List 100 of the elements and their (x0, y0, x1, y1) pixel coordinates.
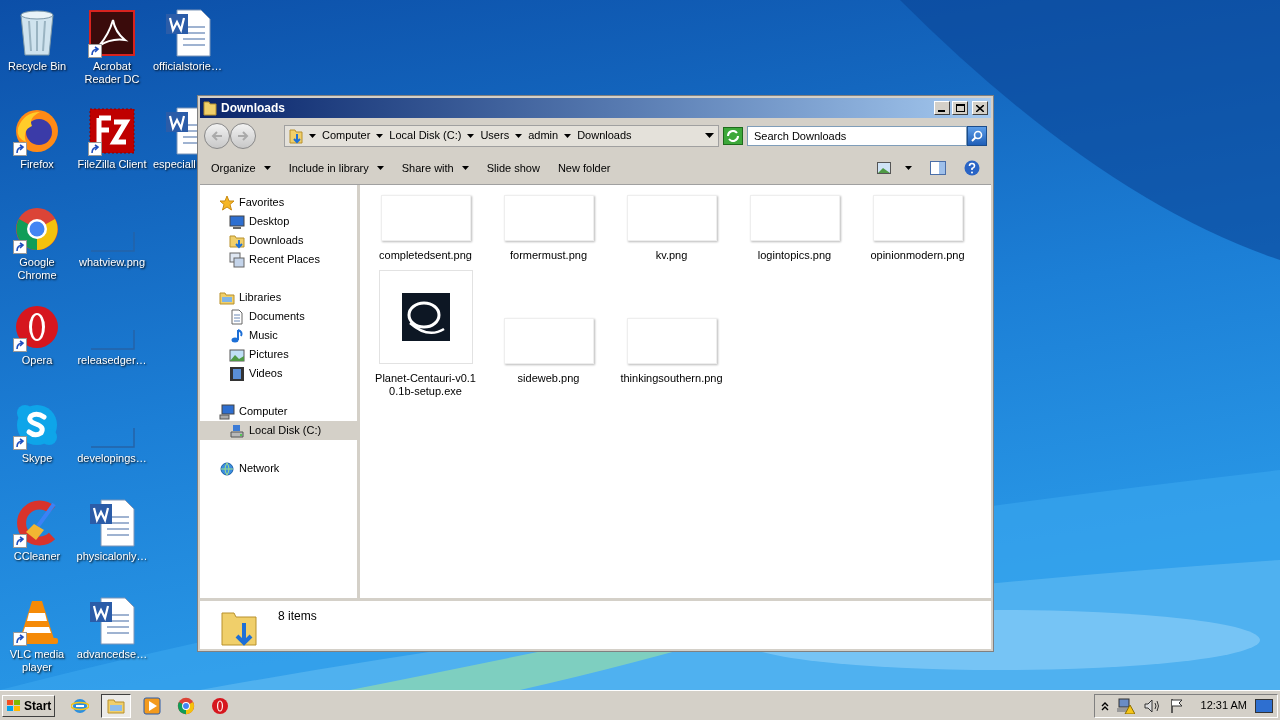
folder-download-icon (229, 232, 245, 249)
chrome-icon (177, 696, 196, 715)
folder-icon (203, 100, 217, 116)
word-document-icon (89, 597, 135, 645)
word-document-icon (165, 9, 211, 57)
desktop-icon-label[interactable]: Opera (21, 354, 53, 367)
caret-icon (705, 133, 715, 138)
item-count: 8 items (278, 608, 317, 625)
desktop-icon-label[interactable]: officialstorie… (153, 60, 222, 73)
desktop-icon-label[interactable]: Recycle Bin (7, 60, 67, 73)
pdf-app-icon (89, 10, 135, 56)
desktop-icon-label[interactable]: Skype (21, 452, 53, 465)
view-options-button[interactable] (877, 162, 912, 174)
firefox-icon (14, 108, 60, 154)
breadcrumb-item[interactable]: Downloads (577, 127, 632, 144)
nav-item[interactable]: Documents (200, 307, 357, 326)
desktop-icon-label[interactable]: developings… (77, 452, 147, 465)
back-button[interactable] (204, 122, 230, 149)
maximize-button[interactable] (952, 101, 968, 115)
chevron-up-icon[interactable] (1100, 700, 1109, 711)
preview-pane-icon[interactable] (930, 161, 946, 175)
desktop-icon-label[interactable]: Acrobat Reader DC (76, 60, 148, 86)
toolbar-button[interactable]: Include in library (288, 159, 384, 177)
desktop-icon-label[interactable]: physicalonly… (76, 550, 148, 563)
desktop-icon-label[interactable]: whatview.png (78, 256, 145, 269)
browser-e-icon (71, 696, 90, 715)
clock[interactable]: 12:31 AM (1200, 697, 1247, 714)
nav-item[interactable]: Desktop (200, 212, 357, 231)
caret-icon (376, 166, 384, 170)
file-item[interactable]: Planet-Centauri-v0.10.1b-setup.exe (364, 268, 487, 404)
breadcrumb-item[interactable]: Computer (322, 127, 371, 144)
recent-places-icon (229, 251, 245, 268)
nav-item[interactable]: Network (200, 459, 357, 478)
nav-item[interactable]: Favorites (200, 193, 357, 212)
file-item[interactable]: logintopics.png (733, 193, 856, 268)
windows-logo-icon (6, 698, 22, 713)
show-desktop-icon[interactable] (1255, 698, 1273, 713)
close-button[interactable] (972, 101, 988, 115)
file-item[interactable]: kv.png (610, 193, 733, 268)
network-warning-icon[interactable] (1116, 697, 1135, 714)
search-icon (971, 129, 983, 142)
toolbar-button[interactable]: Slide show (486, 159, 540, 177)
opera-icon (14, 304, 60, 350)
filezilla-icon (89, 108, 135, 154)
desktop-icon-label[interactable]: Google Chrome (1, 256, 73, 282)
nav-item[interactable]: Computer (200, 402, 357, 421)
refresh-button[interactable] (723, 126, 743, 145)
close-icon (976, 104, 984, 112)
folder-download-icon (289, 127, 303, 144)
speaker-icon[interactable] (1142, 697, 1161, 714)
toolbar-button[interactable]: Organize (211, 159, 271, 177)
start-button[interactable]: Start (2, 694, 56, 717)
file-item[interactable]: opinionmodern.png (856, 193, 979, 268)
taskbar-button[interactable] (101, 693, 132, 718)
minimize-button[interactable] (934, 101, 950, 115)
breadcrumb-item[interactable]: Users (480, 127, 510, 144)
search-button[interactable] (967, 125, 987, 146)
skype-icon (14, 402, 60, 448)
toolbar-button[interactable]: Share with (401, 159, 469, 177)
desktop-icon-label[interactable]: especiall (153, 158, 196, 171)
file-item[interactable]: completedsent.png (364, 193, 487, 268)
refresh-icon (726, 129, 741, 142)
nav-item[interactable]: Videos (200, 364, 357, 383)
music-note-icon (229, 327, 245, 344)
desktop-icon-label[interactable]: releasedger… (77, 354, 147, 367)
image-file-icon (91, 232, 135, 252)
caret-icon (515, 133, 523, 138)
address-bar[interactable]: Computer Local Disk (C:) Users admin Downloads (284, 124, 720, 147)
flag-icon[interactable] (1168, 697, 1185, 714)
library-folder-icon (219, 289, 235, 306)
window-title: Downloads (221, 100, 286, 117)
nav-item[interactable]: Pictures (200, 345, 357, 364)
desktop-icon-label[interactable]: Firefox (20, 158, 54, 171)
file-item[interactable]: sideweb.png (487, 268, 610, 404)
file-item[interactable]: formermust.png (487, 193, 610, 268)
toolbar-button[interactable]: New folder (557, 159, 611, 177)
forward-arrow-icon (237, 130, 249, 141)
desktop-icon-label[interactable]: CCleaner (13, 550, 61, 563)
help-icon[interactable] (964, 160, 980, 176)
nav-item[interactable]: Libraries (200, 288, 357, 307)
image-file-icon (91, 330, 135, 350)
caret-icon (467, 133, 475, 138)
nav-item[interactable]: Local Disk (C:) (200, 421, 357, 440)
star-icon (219, 194, 235, 211)
caret-icon (905, 166, 912, 170)
computer-icon (219, 403, 235, 420)
nav-item[interactable]: Music (200, 326, 357, 345)
forward-button[interactable] (230, 122, 256, 149)
chrome-icon (14, 206, 60, 252)
desktop-icon-label[interactable]: FileZilla Client (77, 158, 147, 171)
recycle-bin-icon (17, 9, 57, 57)
breadcrumb-item[interactable]: Local Disk (C:) (389, 127, 462, 144)
nav-item[interactable]: Recent Places (200, 250, 357, 269)
caret-icon (564, 133, 572, 138)
file-item[interactable]: thinkingsouthern.png (610, 268, 733, 404)
image-file-icon (91, 428, 135, 448)
breadcrumb-item[interactable]: admin (528, 127, 559, 144)
nav-item[interactable]: Downloads (200, 231, 357, 250)
network-globe-icon (219, 460, 235, 477)
search-field[interactable]: Search Downloads (747, 125, 967, 146)
